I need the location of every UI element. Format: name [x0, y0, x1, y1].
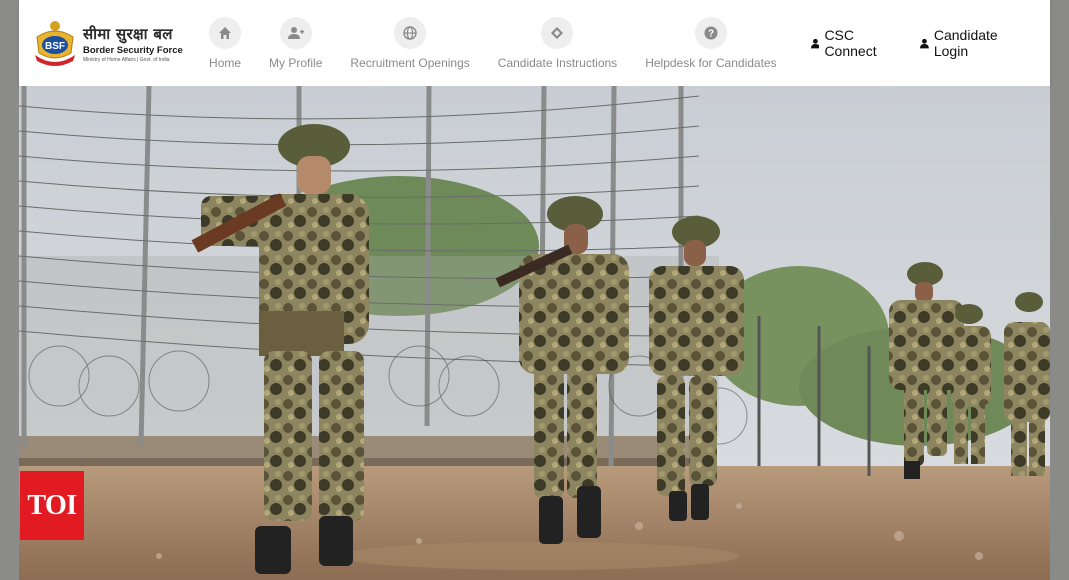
csc-connect-label: CSC Connect [824, 27, 877, 59]
main-nav: Home My Profile Recruitment Openings Can… [195, 16, 791, 70]
nav-item-my-profile[interactable]: My Profile [255, 16, 336, 70]
emblem-text: BSF [45, 41, 65, 52]
frame-right [1050, 0, 1069, 580]
home-icon [209, 16, 242, 49]
nav-item-recruitment-openings[interactable]: Recruitment Openings [336, 16, 483, 70]
brand-hindi-name: सीमा सुरक्षा बल [83, 24, 173, 43]
nav-item-candidate-instructions[interactable]: Candidate Instructions [484, 16, 631, 70]
compass-icon [541, 16, 574, 49]
nav-label-recruitment-openings: Recruitment Openings [350, 55, 470, 70]
user-plus-icon [279, 16, 312, 49]
svg-text:?: ? [708, 28, 714, 39]
user-icon [920, 38, 929, 48]
globe-icon [394, 16, 427, 49]
frame-left [0, 0, 19, 580]
toi-watermark: TOI [20, 471, 84, 540]
brand-english-name: Border Security Force [83, 44, 183, 56]
csc-connect-link[interactable]: CSC Connect [810, 27, 900, 59]
nav-label-my-profile: My Profile [269, 55, 323, 70]
hero-banner-image [19, 86, 1050, 580]
site-navbar: BSF सीमा सुरक्षा बल Border Security Forc… [19, 0, 1050, 86]
toi-watermark-text: TOI [27, 489, 77, 521]
user-icon [810, 38, 820, 48]
nav-item-helpdesk[interactable]: ? Helpdesk for Candidates [631, 16, 790, 70]
nav-label-candidate-instructions: Candidate Instructions [497, 55, 618, 70]
help-circle-icon: ? [694, 16, 727, 49]
nav-item-home[interactable]: Home [195, 16, 255, 70]
brand-ministry: Ministry of Home Affairs | Govt. of Indi… [83, 56, 170, 63]
nav-label-helpdesk: Helpdesk for Candidates [645, 55, 777, 70]
soldier-5 [951, 304, 991, 464]
brand-logo[interactable]: BSF सीमा सुरक्षा बल Border Security Forc… [31, 17, 185, 69]
candidate-login-label: Candidate Login [933, 27, 998, 59]
auth-links: CSC Connect Candidate Login [791, 27, 1024, 59]
bsf-emblem: BSF [31, 17, 79, 69]
nav-label-home: Home [209, 55, 242, 70]
candidate-login-link[interactable]: Candidate Login [920, 27, 1024, 59]
